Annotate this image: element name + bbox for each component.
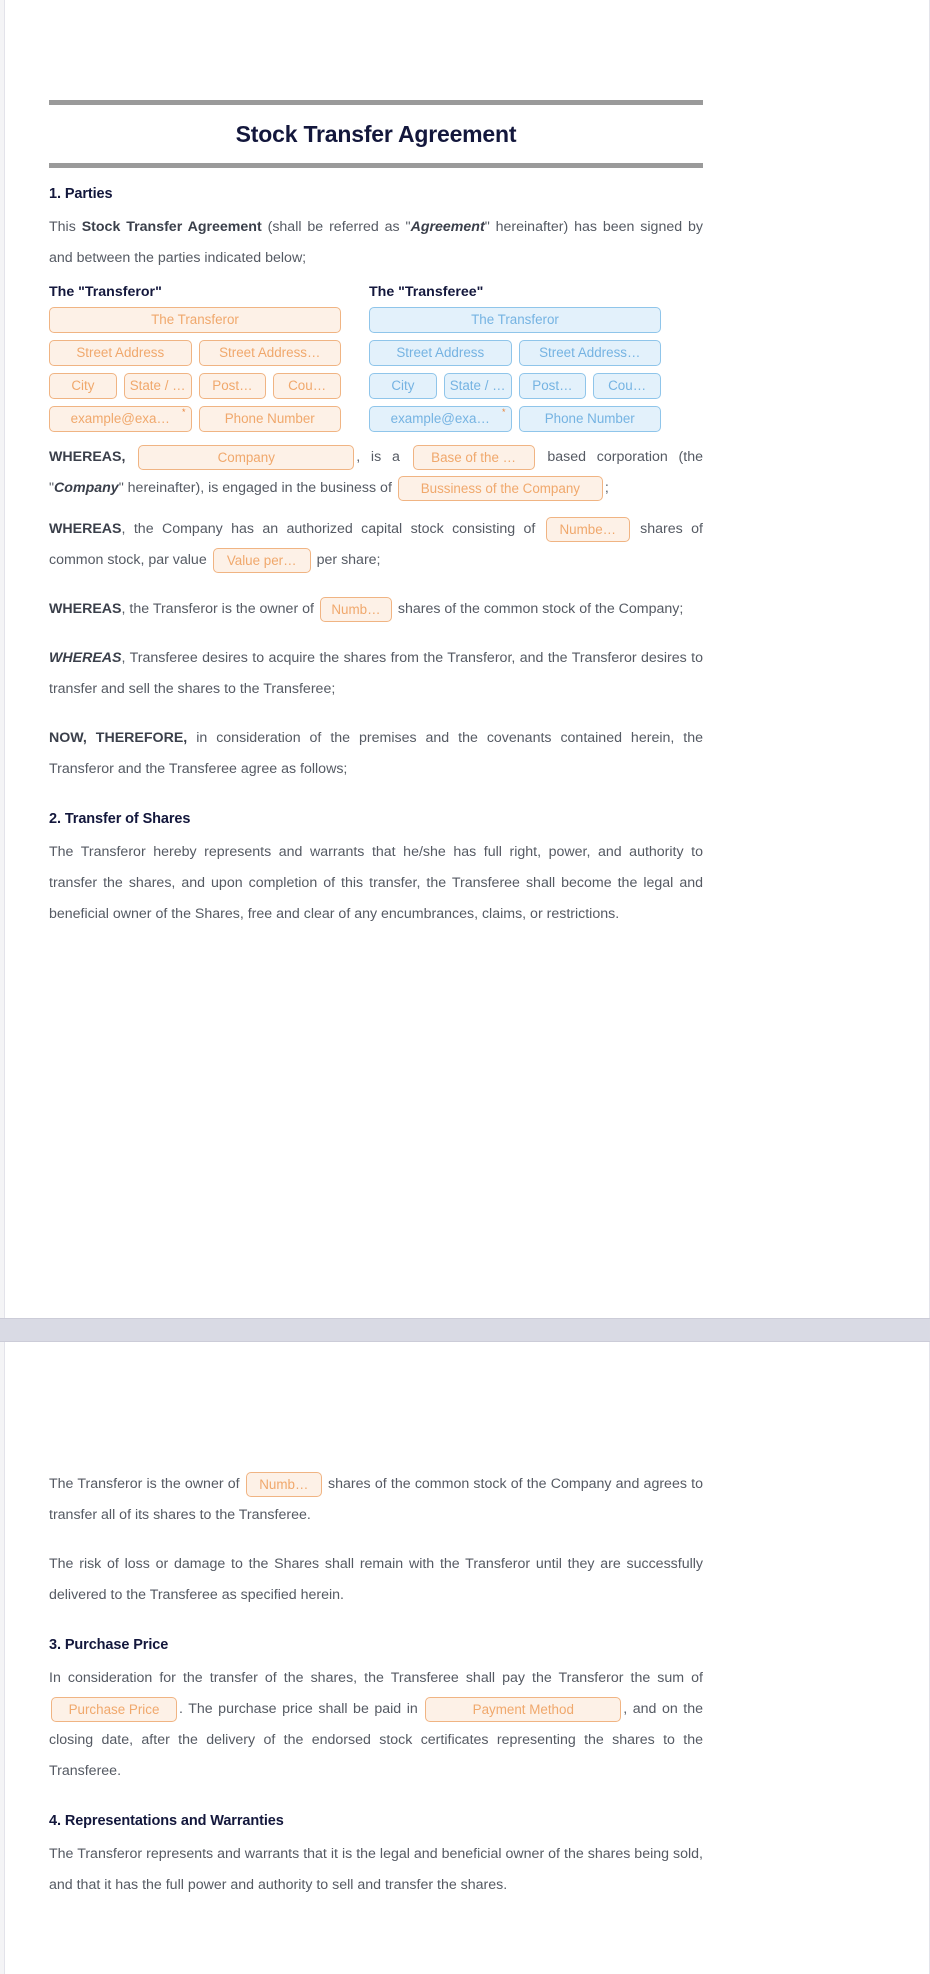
transferor-column: The "Transferor" The Transferor Street A… (49, 284, 341, 432)
purchase-price-text-1: In consideration for the transfer of the… (49, 1670, 703, 1686)
transferee-state-input[interactable]: State / … (443, 373, 512, 399)
whereas-1-text-3: " hereinafter), is engaged in the busine… (118, 480, 392, 496)
transferor-contact-row: example@exa… * Phone Number (49, 406, 341, 432)
transferor-city-input[interactable]: City (49, 373, 117, 399)
purchase-price-text-2: . The purchase price shall be paid in (179, 1701, 418, 1717)
authorized-shares-number-input[interactable]: Numbe… (545, 516, 630, 542)
purchase-price-paragraph: In consideration for the transfer of the… (49, 1663, 703, 1787)
transferor-locality-row: City State / … Post… Cou… (49, 373, 341, 399)
parties-intro-paragraph: This Stock Transfer Agreement (shall be … (49, 212, 703, 274)
company-business-input[interactable]: Bussiness of the Company (397, 475, 603, 501)
transferor-owned-shares-input[interactable]: Numb… (319, 596, 392, 622)
whereas-4-paragraph: WHEREAS, Transferee desires to acquire t… (49, 643, 703, 705)
transferee-email-placeholder: example@exa… (390, 411, 490, 426)
now-therefore-paragraph: NOW, THEREFORE, in consideration of the … (49, 723, 703, 785)
transferor-country-input[interactable]: Cou… (273, 373, 341, 399)
parties-intro-text-a: This (49, 219, 82, 235)
whereas-2-lead: WHEREAS (49, 521, 122, 537)
transferor-email-input[interactable]: example@exa… * (49, 406, 192, 432)
transferor-shares-owned-input[interactable]: Numb… (245, 1471, 322, 1497)
payment-method-input[interactable]: Payment Method (425, 1696, 622, 1722)
heading-transfer-of-shares: 2. Transfer of Shares (49, 811, 191, 827)
transferor-phone-input[interactable]: Phone Number (198, 406, 341, 432)
whereas-3-text-1: , the Transferor is the owner of (121, 601, 314, 617)
whereas-2-text-1: , the Company has an authorized capital … (121, 521, 536, 537)
document-page-1: Stock Transfer Agreement 1. Parties This… (4, 0, 930, 1318)
transferee-city-input[interactable]: City (369, 373, 437, 399)
document-viewport: Stock Transfer Agreement 1. Parties This… (0, 0, 930, 1974)
whereas-1-company-term: Company (54, 480, 119, 496)
transferee-phone-input[interactable]: Phone Number (518, 406, 661, 432)
whereas-1-tail: ; (604, 480, 609, 496)
page-title: Stock Transfer Agreement (235, 121, 517, 147)
whereas-3-paragraph: WHEREAS, the Transferor is the owner of … (49, 594, 703, 625)
transferor-email-placeholder: example@exa… (70, 411, 170, 426)
transfer-of-shares-paragraph-1: The Transferor hereby represents and war… (49, 844, 703, 922)
transferor-address-row: Street Address Street Address… (49, 340, 341, 366)
par-value-per-share-input[interactable]: Value per… (212, 547, 311, 573)
parties-intro-agreement-term: Agreement (410, 219, 485, 235)
page-break-divider (0, 1318, 930, 1342)
transferee-locality-row: City State / … Post… Cou… (369, 373, 661, 399)
whereas-1-paragraph: WHEREAS, Company, is a Base of the … bas… (49, 442, 703, 504)
representations-paragraph-1: The Transferor represents and warrants t… (49, 1846, 703, 1893)
whereas-1-lead: WHEREAS, (49, 449, 126, 465)
parties-intro-text-c: (shall be referred as " (261, 219, 411, 235)
heading-parties: 1. Parties (49, 186, 113, 202)
transferor-street-address-1-input[interactable]: Street Address (49, 340, 192, 366)
document-page-2: The Transferor is the owner of Numb… sha… (4, 1342, 930, 1974)
whereas-4-text: , Transferee desires to acquire the shar… (49, 650, 703, 697)
transferee-contact-row: example@exa… * Phone Number (369, 406, 661, 432)
transferor-name-input[interactable]: The Transferor (49, 307, 341, 333)
transferee-label: The "Transferee" (369, 284, 484, 300)
whereas-1-text-1: , is a (356, 449, 400, 465)
whereas-4-lead: WHEREAS (49, 650, 122, 666)
transferee-column: The "Transferee" The Transferor Street A… (369, 284, 661, 432)
transfer-of-shares-paragraph-3: The risk of loss or damage to the Shares… (49, 1556, 703, 1603)
transferee-postal-code-input[interactable]: Post… (518, 373, 587, 399)
transferee-email-input[interactable]: example@exa… * (369, 406, 512, 432)
transferee-address-row: Street Address Street Address… (369, 340, 661, 366)
purchase-price-input[interactable]: Purchase Price (51, 1696, 177, 1722)
transferor-label: The "Transferor" (49, 284, 162, 300)
transfer-paragraph-2-text-1: The Transferor is the owner of (49, 1476, 240, 1492)
whereas-3-text-2: shares of the common stock of the Compan… (397, 601, 684, 617)
heading-purchase-price: 3. Purchase Price (49, 1637, 169, 1653)
now-therefore-lead: NOW, THEREFORE, (49, 730, 188, 746)
required-asterisk-icon: * (501, 407, 506, 417)
company-base-input[interactable]: Base of the … (412, 444, 535, 470)
transfer-of-shares-paragraph-2: The Transferor is the owner of Numb… sha… (49, 1469, 703, 1531)
transferor-postal-code-input[interactable]: Post… (198, 373, 267, 399)
whereas-2-paragraph: WHEREAS, the Company has an authorized c… (49, 514, 703, 576)
parties-columns: The "Transferor" The Transferor Street A… (49, 284, 703, 432)
transferee-name-row: The Transferor (369, 307, 661, 333)
whereas-3-lead: WHEREAS (49, 601, 122, 617)
transferee-street-address-2-input[interactable]: Street Address… (518, 340, 661, 366)
transferee-country-input[interactable]: Cou… (593, 373, 661, 399)
required-asterisk-icon: * (181, 407, 186, 417)
company-name-input[interactable]: Company (138, 444, 355, 470)
transferor-state-input[interactable]: State / … (123, 373, 192, 399)
transferor-name-row: The Transferor (49, 307, 341, 333)
transferee-name-input[interactable]: The Transferor (369, 307, 661, 333)
transferor-street-address-2-input[interactable]: Street Address… (198, 340, 341, 366)
transferee-street-address-1-input[interactable]: Street Address (369, 340, 512, 366)
heading-representations-and-warranties: 4. Representations and Warranties (49, 1813, 284, 1829)
whereas-2-text-3: per share; (316, 552, 381, 568)
parties-intro-agreement-name: Stock Transfer Agreement (81, 219, 262, 235)
